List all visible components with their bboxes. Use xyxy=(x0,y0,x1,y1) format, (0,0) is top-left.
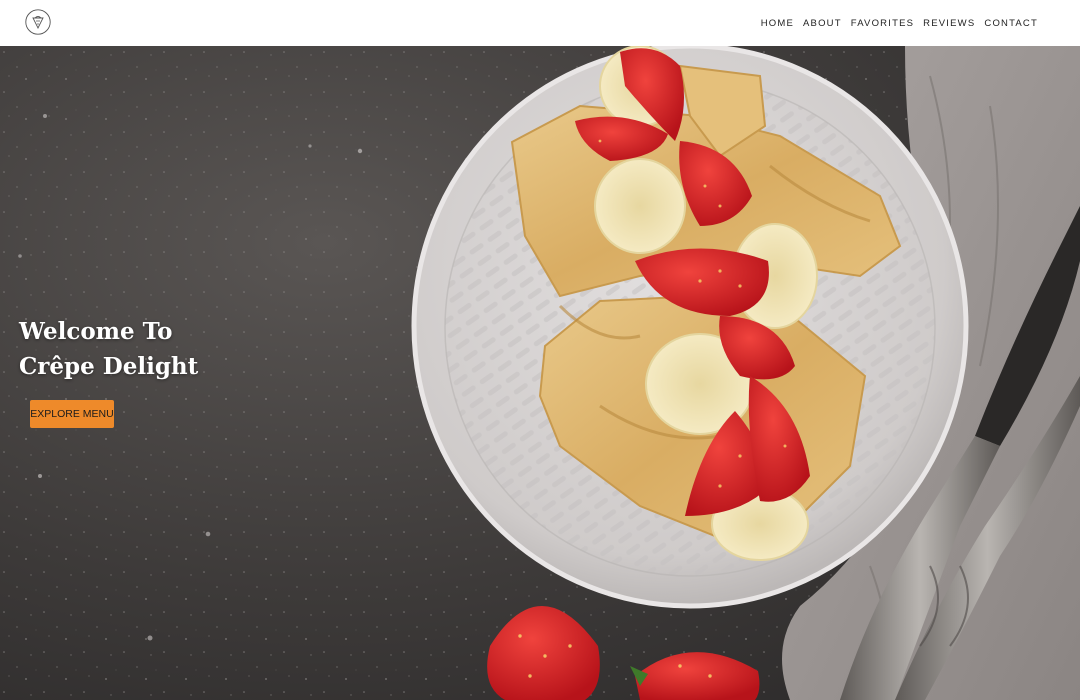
nav-favorites-link[interactable]: FAVORITES xyxy=(851,18,914,29)
main-nav: HOME ABOUT FAVORITES REVIEWS CONTACT xyxy=(752,0,1038,46)
nav-reviews-link[interactable]: REVIEWS xyxy=(923,18,975,29)
site-header: HOME ABOUT FAVORITES REVIEWS CONTACT xyxy=(0,0,1080,46)
crepe-logo-icon[interactable] xyxy=(25,9,51,35)
nav-home-link[interactable]: HOME xyxy=(761,18,794,29)
hero-section: Welcome To Crêpe Delight EXPLORE MENU xyxy=(0,46,1080,700)
nav-about-link[interactable]: ABOUT xyxy=(803,18,842,29)
hero-title: Welcome To Crêpe Delight xyxy=(19,314,198,384)
hero-title-line-1: Welcome To xyxy=(19,318,173,345)
explore-menu-button[interactable]: EXPLORE MENU xyxy=(30,400,114,428)
hero-title-line-2: Crêpe Delight xyxy=(19,353,199,380)
nav-contact-link[interactable]: CONTACT xyxy=(984,18,1038,29)
